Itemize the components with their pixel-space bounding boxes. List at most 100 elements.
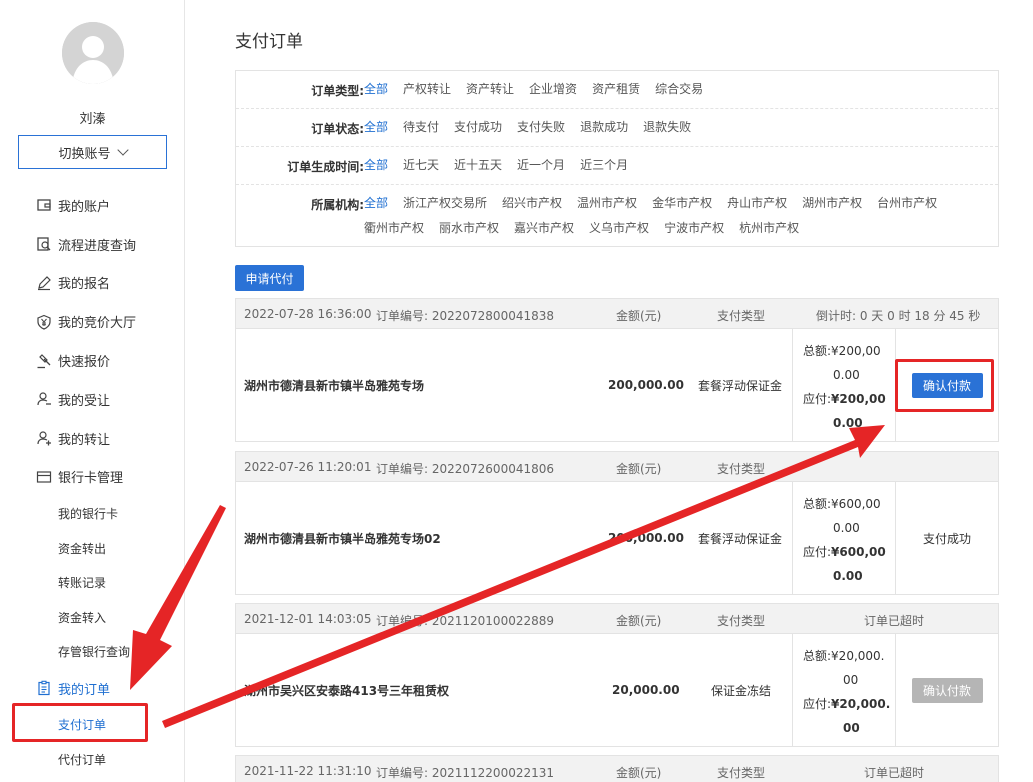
filter-option[interactable]: 支付成功	[454, 120, 502, 134]
filter-option[interactable]: 全部	[364, 120, 388, 134]
sidebar-item-label: 我的账户	[58, 199, 111, 215]
due-value-cont: 0.00	[833, 569, 863, 583]
filter-option[interactable]: 资产转让	[466, 82, 514, 96]
order-number: 订单编号: 2022072800041838	[376, 309, 555, 323]
order-card: 2022-07-28 16:36:00 订单编号: 20220728000418…	[235, 298, 999, 442]
sidebar-item-my-transfer-in[interactable]: 我的受让	[0, 380, 185, 419]
due-value-cont: 0.00	[833, 416, 863, 430]
filter-option[interactable]: 全部	[364, 196, 388, 210]
filter-option[interactable]: 支付失败	[517, 120, 565, 134]
order-action: 确认付款	[896, 634, 998, 746]
wallet-icon	[36, 197, 52, 213]
order-card: 2021-12-01 14:03:05 订单编号: 20211201000228…	[235, 603, 999, 747]
filter-row-order-time: 订单生成时间: 全部 近七天 近十五天 近一个月 近三个月	[236, 147, 998, 183]
due-label: 应付:	[803, 697, 832, 711]
sidebar-item-label: 银行卡管理	[58, 471, 124, 487]
filter-option[interactable]: 湖州市产权	[802, 196, 862, 210]
timeout-text: 订单已超时	[864, 766, 925, 780]
amount-header: 金额(元)	[616, 614, 662, 628]
order-amount: 20,000.00	[612, 683, 680, 697]
sidebar-subitem-my-bank-card[interactable]: 我的银行卡	[0, 496, 185, 531]
pay-type-header: 支付类型	[717, 766, 766, 780]
filter-option[interactable]: 近三个月	[580, 158, 628, 172]
filter-option[interactable]: 近十五天	[454, 158, 502, 172]
filter-option[interactable]: 全部	[364, 158, 388, 172]
filter-options: 全部 浙江产权交易所 绍兴市产权 温州市产权 金华市产权 舟山市产权 湖州市产权…	[364, 185, 998, 246]
total-value-cont: 0.00	[833, 521, 860, 535]
filter-option[interactable]: 宁波市产权	[664, 221, 724, 235]
filter-option[interactable]: 台州市产权	[877, 196, 937, 210]
avatar[interactable]	[62, 22, 124, 84]
sidebar-item-my-transfer-out[interactable]: 我的转让	[0, 419, 185, 458]
filter-option[interactable]: 企业增资	[529, 82, 577, 96]
timeout-text: 订单已超时	[864, 614, 925, 628]
sidebar-item-label: 我的转让	[58, 432, 111, 448]
filter-option[interactable]: 温州市产权	[577, 196, 637, 210]
amount-header: 金额(元)	[616, 309, 662, 323]
due-value-cont: 00	[843, 721, 860, 735]
sidebar-subitem-fund-transfer-out[interactable]: 资金转出	[0, 531, 185, 566]
filter-option[interactable]: 舟山市产权	[727, 196, 787, 210]
user-silhouette-icon	[62, 22, 124, 84]
total-label: 总额:	[803, 497, 832, 511]
order-summary: 总额:¥20,000. 00 应付:¥20,000. 00	[792, 634, 896, 746]
order-summary: 总额:¥600,00 0.00 应付:¥600,00 0.00	[792, 482, 896, 594]
order-body: 湖州市吴兴区安泰路413号三年租赁权 20,000.00 保证金冻结 总额:¥2…	[236, 634, 998, 746]
confirm-payment-button-disabled: 确认付款	[911, 677, 983, 703]
filter-label: 订单生成时间:	[287, 160, 364, 174]
sidebar-subitem-transfer-records[interactable]: 转账记录	[0, 565, 185, 600]
annotation-box-payment-orders	[12, 703, 148, 742]
user-minus-icon	[36, 391, 52, 407]
sidebar-item-label: 我的报名	[58, 277, 111, 293]
filter-option[interactable]: 产权转让	[403, 82, 451, 96]
switch-account-button[interactable]: 切换账号	[18, 135, 167, 169]
sidebar-item-my-registration[interactable]: 我的报名	[0, 264, 185, 303]
order-project-name[interactable]: 湖州市德清县新市镇半岛雅苑专场02	[244, 482, 441, 594]
filter-option[interactable]: 杭州市产权	[739, 221, 799, 235]
filter-option[interactable]: 义乌市产权	[589, 221, 649, 235]
sidebar-subitem-custodian-bank-query[interactable]: 存管银行查询	[0, 634, 185, 669]
search-doc-icon	[36, 236, 52, 252]
filter-option[interactable]: 近一个月	[517, 158, 565, 172]
filter-option[interactable]: 近七天	[403, 158, 439, 172]
sidebar-item-my-account[interactable]: 我的账户	[0, 186, 185, 225]
order-pay-type: 套餐浮动保证金	[698, 531, 783, 546]
order-header: 2021-11-22 11:31:10 订单编号: 20211122000221…	[236, 756, 998, 782]
filter-option[interactable]: 丽水市产权	[439, 221, 499, 235]
order-project-name[interactable]: 湖州市吴兴区安泰路413号三年租赁权	[244, 634, 449, 746]
filter-option[interactable]: 综合交易	[655, 82, 703, 96]
filter-row-order-type: 订单类型: 全部 产权转让 资产转让 企业增资 资产租赁 综合交易	[236, 71, 998, 107]
order-header: 2022-07-28 16:36:00 订单编号: 20220728000418…	[236, 299, 998, 329]
filter-option[interactable]: 绍兴市产权	[502, 196, 562, 210]
filter-option[interactable]: 资产租赁	[592, 82, 640, 96]
filter-option[interactable]: 全部	[364, 82, 388, 96]
filter-option[interactable]: 金华市产权	[652, 196, 712, 210]
total-value: ¥600,00	[831, 497, 881, 511]
filter-option[interactable]: 浙江产权交易所	[403, 196, 487, 210]
countdown-text: 倒计时: 0 天 0 时 18 分 45 秒	[816, 309, 981, 323]
sidebar-subitem-proxy-orders[interactable]: 代付订单	[0, 742, 185, 777]
username: 刘溱	[79, 112, 106, 127]
amount-header: 金额(元)	[616, 462, 662, 476]
filter-option[interactable]: 待支付	[403, 120, 439, 134]
order-number: 订单编号: 2021112200022131	[376, 766, 555, 780]
apply-proxy-pay-button[interactable]: 申请代付	[235, 265, 304, 291]
order-body: 湖州市德清县新市镇半岛雅苑专场02 200,000.00 套餐浮动保证金 总额:…	[236, 482, 998, 594]
sidebar-item-bidding-hall[interactable]: 我的竞价大厅	[0, 302, 185, 341]
sidebar-item-bank-card-management[interactable]: 银行卡管理	[0, 458, 185, 497]
sidebar-item-quick-quote[interactable]: 快速报价	[0, 341, 185, 380]
sidebar-subitem-fund-transfer-in[interactable]: 资金转入	[0, 600, 185, 635]
order-card: 2021-11-22 11:31:10 订单编号: 20211122000221…	[235, 755, 999, 782]
order-project-name[interactable]: 湖州市德清县新市镇半岛雅苑专场	[244, 329, 424, 441]
sidebar-item-label: 流程进度查询	[58, 238, 137, 254]
sidebar-item-progress-query[interactable]: 流程进度查询	[0, 225, 185, 264]
filter-option[interactable]: 嘉兴市产权	[514, 221, 574, 235]
filter-option[interactable]: 退款失败	[643, 120, 691, 134]
order-amount: 200,000.00	[608, 531, 684, 545]
filter-option[interactable]: 衢州市产权	[364, 221, 424, 235]
user-plus-icon	[36, 430, 52, 446]
due-label: 应付:	[803, 392, 832, 406]
pay-type-header: 支付类型	[717, 309, 766, 323]
filter-option[interactable]: 退款成功	[580, 120, 628, 134]
sidebar-item-my-orders[interactable]: 我的订单	[0, 669, 185, 708]
